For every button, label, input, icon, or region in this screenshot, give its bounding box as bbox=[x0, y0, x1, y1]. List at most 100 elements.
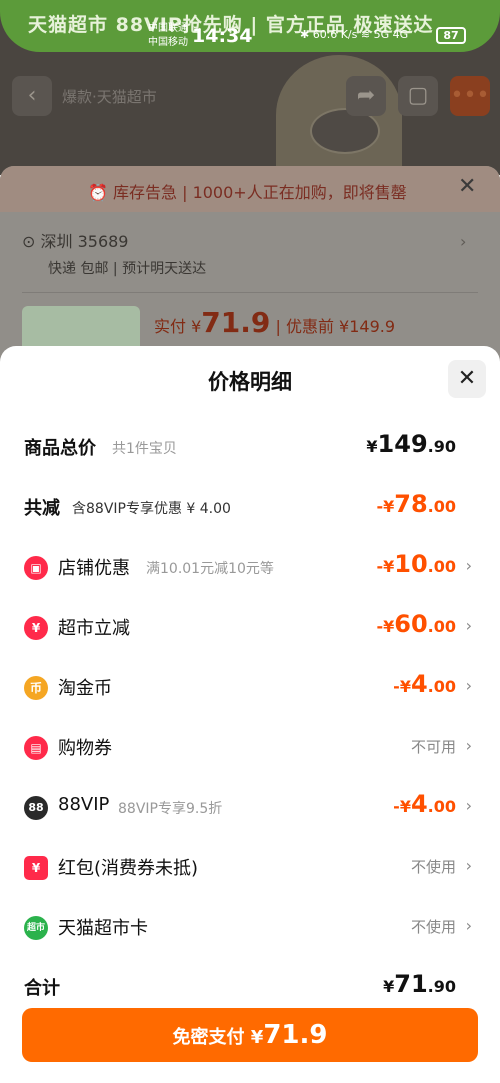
amount-dec: .90 bbox=[427, 977, 456, 996]
row-label: 合计 bbox=[24, 978, 60, 999]
network-speed: 60.6 K/s bbox=[312, 28, 358, 41]
row-status: 不使用 bbox=[410, 858, 456, 876]
price-before: | 优惠前 ¥149.9 bbox=[275, 317, 396, 336]
row-88vip[interactable]: 88 88VIP 88VIP专享9.5折 -¥4.00 › bbox=[0, 778, 500, 838]
chevron-right-icon: › bbox=[465, 616, 472, 635]
pay-button-amount: 71.9 bbox=[263, 1020, 328, 1050]
carrier-labels: 中国联通 中国移动 bbox=[148, 22, 188, 50]
row-sub: 含88VIP专享优惠 ¥ 4.00 bbox=[72, 501, 231, 517]
amount-prefix: -¥ bbox=[393, 797, 411, 816]
amount-prefix: ¥ bbox=[366, 437, 378, 456]
chevron-right-icon: › bbox=[465, 856, 472, 875]
amount-int: 60 bbox=[394, 610, 428, 638]
carrier-1: 中国联通 bbox=[148, 23, 188, 34]
row-amount: -¥4.00 bbox=[393, 790, 456, 818]
close-button[interactable]: ✕ bbox=[448, 360, 486, 398]
price-value: 71.9 bbox=[201, 306, 271, 339]
row-label: 天猫超市卡 bbox=[58, 918, 148, 939]
address[interactable]: ⊙ 深圳 35689 bbox=[22, 228, 129, 252]
row-taojinbi[interactable]: 币 淘金币 -¥4.00 › bbox=[0, 658, 500, 718]
amount-dec: .00 bbox=[427, 557, 456, 576]
price-summary: 实付 ¥71.9 | 优惠前 ¥149.9 bbox=[154, 306, 395, 339]
status-bar: 中国联通 中国移动 14:34 ✱ 60.6 K/s ≋ 5G 4G 87 bbox=[0, 22, 500, 52]
chevron-right-icon: › bbox=[465, 556, 472, 575]
price-label: 实付 ¥ bbox=[154, 317, 202, 336]
amount-dec: .90 bbox=[427, 437, 456, 456]
row-store-discount[interactable]: ▣ 店铺优惠 满10.01元减10元等 -¥10.00 › bbox=[0, 538, 500, 598]
chevron-right-icon: › bbox=[465, 736, 472, 755]
wifi-icon: ≋ bbox=[360, 28, 371, 41]
row-label: 共减 bbox=[24, 498, 60, 519]
sheet-title: 价格明细 bbox=[208, 370, 292, 394]
row-shopping-coupon[interactable]: ▤ 购物券 不可用 › bbox=[0, 718, 500, 778]
close-icon: ✕ bbox=[457, 366, 477, 391]
row-amount: ¥71.90 bbox=[383, 970, 456, 998]
row-label: 购物券 bbox=[58, 738, 112, 759]
amount-prefix: -¥ bbox=[376, 617, 395, 636]
amount-dec: .00 bbox=[427, 497, 456, 516]
cart-icon[interactable]: ▢ bbox=[398, 76, 438, 116]
more-icon[interactable]: ••• bbox=[450, 76, 490, 116]
signal-label: 5G 4G bbox=[373, 28, 409, 41]
amount-int: 10 bbox=[394, 550, 428, 578]
row-status: 不使用 bbox=[410, 918, 456, 936]
amount-dec: .00 bbox=[427, 617, 456, 636]
amount-int: 4 bbox=[410, 670, 428, 698]
row-label: 淘金币 bbox=[58, 678, 112, 699]
amount-prefix: -¥ bbox=[376, 557, 395, 576]
row-label: 店铺优惠 bbox=[58, 558, 130, 579]
row-sub: 满10.01元减10元等 bbox=[146, 561, 274, 577]
chevron-right-icon: › bbox=[465, 796, 472, 815]
row-label: 商品总价 bbox=[24, 438, 96, 459]
row-label: 88VIP bbox=[58, 794, 110, 815]
amount-int: 71 bbox=[394, 970, 428, 998]
bluetooth-icon: ✱ bbox=[300, 28, 310, 41]
row-red-packet[interactable]: ¥ 红包(消费券未抵) 不使用 › bbox=[0, 838, 500, 898]
row-total-discount: 共减 含88VIP专享优惠 ¥ 4.00 -¥78.00 bbox=[0, 478, 500, 538]
location-icon: ⊙ bbox=[22, 232, 41, 251]
row-sub: 88VIP专享9.5折 bbox=[118, 801, 223, 817]
password-free-pay-button[interactable]: 免密支付 ¥71.9 bbox=[22, 1008, 478, 1062]
clock: 14:34 bbox=[192, 25, 253, 47]
row-supermarket-discount[interactable]: ¥ 超市立减 -¥60.00 › bbox=[0, 598, 500, 658]
vip-88-icon: 88 bbox=[24, 796, 48, 820]
chevron-right-icon: › bbox=[465, 676, 472, 695]
close-icon[interactable]: ✕ bbox=[458, 174, 476, 199]
amount-prefix: -¥ bbox=[393, 677, 411, 696]
red-packet-icon: ¥ bbox=[24, 856, 48, 880]
row-label: 红包(消费券未抵) bbox=[58, 858, 199, 879]
network-indicators: ✱ 60.6 K/s ≋ 5G 4G bbox=[300, 28, 408, 41]
coin-icon: 币 bbox=[24, 676, 48, 700]
supermarket-card-icon: 超市 bbox=[24, 916, 48, 940]
row-total-price: 商品总价 共1件宝贝 ¥149.90 bbox=[0, 418, 500, 478]
back-icon[interactable]: ‹ bbox=[12, 76, 52, 116]
amount-int: 4 bbox=[410, 790, 428, 818]
share-icon[interactable]: ➦ bbox=[346, 76, 386, 116]
stock-warning-text: ⏰ 库存告急 | 1000+人正在加购，即将售罄 bbox=[88, 183, 407, 202]
row-amount: -¥4.00 bbox=[393, 670, 456, 698]
delivery-info: 快递 包邮 | 预计明天送达 bbox=[48, 261, 207, 277]
row-label: 超市立减 bbox=[58, 618, 130, 639]
row-amount: -¥10.00 bbox=[376, 550, 456, 578]
coupon-icon: ▤ bbox=[24, 736, 48, 760]
amount-prefix: -¥ bbox=[376, 497, 395, 516]
address-text: 深圳 35689 bbox=[40, 232, 129, 251]
amount-dec: .00 bbox=[427, 797, 456, 816]
battery-indicator: 87 bbox=[436, 27, 466, 44]
pay-button-label: 免密支付 ¥ bbox=[172, 1027, 264, 1048]
divider bbox=[22, 292, 478, 293]
nav-title: 爆款·天猫超市 bbox=[62, 88, 157, 106]
row-amount: -¥78.00 bbox=[376, 490, 456, 518]
price-detail-sheet: 价格明细 ✕ 商品总价 共1件宝贝 ¥149.90 共减 含88VIP专享优惠 … bbox=[0, 346, 500, 1083]
amount-int: 149 bbox=[377, 430, 428, 458]
yen-icon: ¥ bbox=[24, 616, 48, 640]
row-status: 不可用 bbox=[410, 738, 456, 756]
row-supermarket-card[interactable]: 超市 天猫超市卡 不使用 › bbox=[0, 898, 500, 958]
row-sub: 共1件宝贝 bbox=[112, 441, 177, 457]
store-icon: ▣ bbox=[24, 556, 48, 580]
amount-prefix: ¥ bbox=[383, 977, 395, 996]
row-amount: -¥60.00 bbox=[376, 610, 456, 638]
carrier-2: 中国移动 bbox=[148, 37, 188, 48]
row-amount: ¥149.90 bbox=[366, 430, 456, 458]
chevron-right-icon: › bbox=[465, 916, 472, 935]
